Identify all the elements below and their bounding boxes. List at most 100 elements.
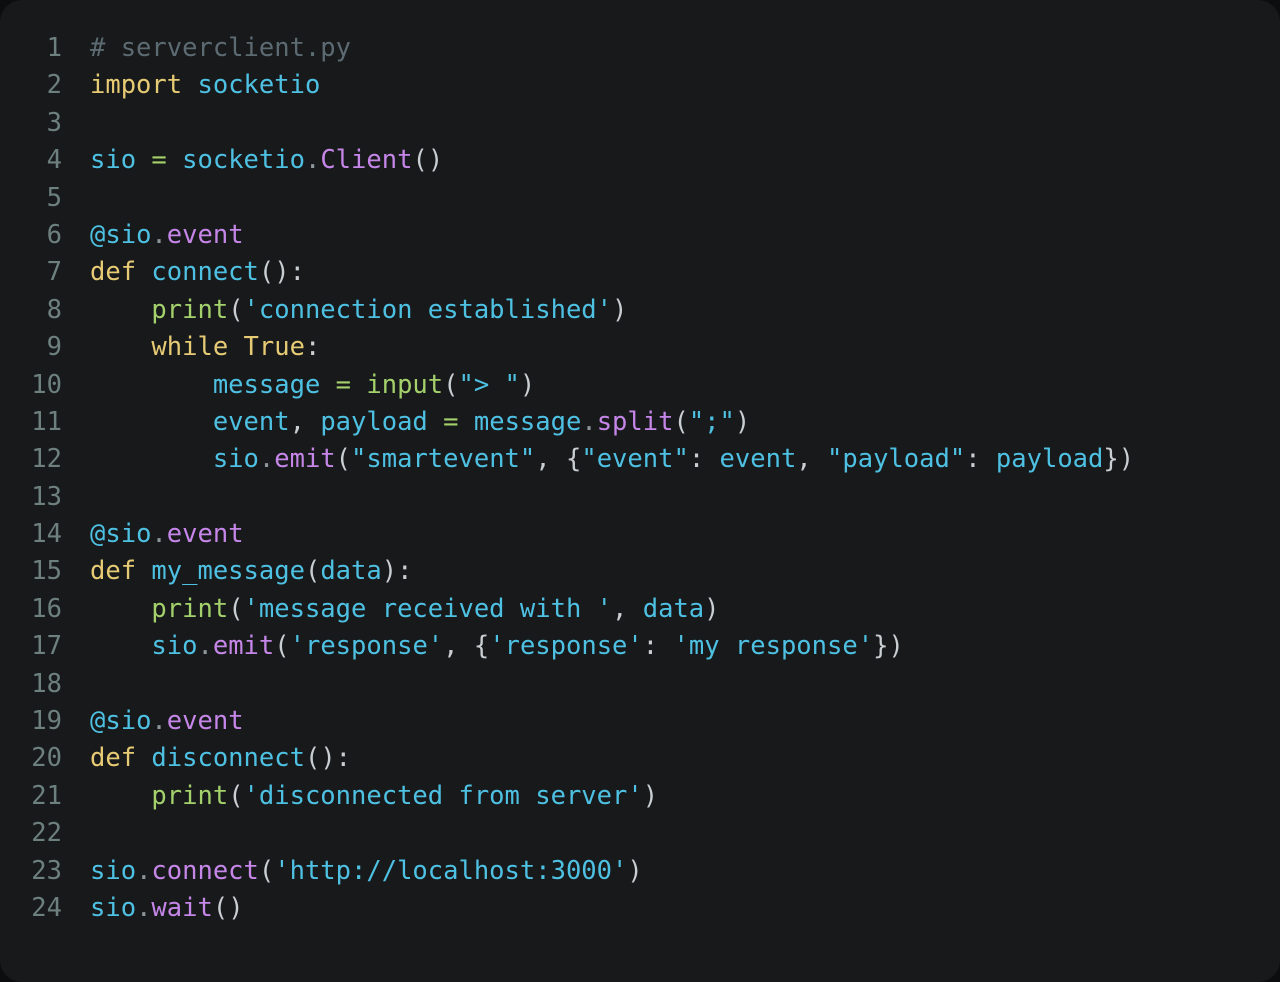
code-token-punctuation: ): [1118, 444, 1135, 475]
code-token-keyword: True: [243, 332, 305, 363]
code-line[interactable]: 1 # serverclient.py: [0, 30, 1280, 67]
code-token-punctuation: ,: [796, 444, 812, 475]
code-line[interactable]: 12 sio.emit("smartevent", {"event": even…: [0, 441, 1280, 478]
code-line[interactable]: 8 print('connection established'): [0, 292, 1280, 329]
line-number: 21: [31, 780, 62, 811]
code-line-text: sio.connect('http://localhost:3000'): [62, 853, 643, 890]
code-token-punctuation: ,: [443, 631, 459, 662]
code-token-punctuation: (: [412, 145, 428, 176]
code-token-string: 'http://localhost:3000': [274, 855, 628, 886]
code-token-punctuation: (: [228, 780, 244, 811]
code-token-punctuation: ): [734, 406, 751, 437]
code-token-punctuation: ,: [535, 444, 551, 475]
code-token-keyword: while: [151, 332, 229, 363]
code-token-decorator: @: [90, 519, 106, 550]
code-line[interactable]: 15 def my_message(data):: [0, 553, 1280, 590]
code-token-punctuation: ): [274, 257, 290, 288]
code-token-dot: .: [136, 892, 152, 923]
code-token-identifier: sio: [90, 145, 137, 176]
code-token-identifier: sio: [90, 855, 137, 886]
code-token-identifier: sio: [105, 519, 152, 550]
code-line[interactable]: 4 sio = socketio.Client(): [0, 142, 1280, 179]
code-token-identifier: message: [473, 406, 582, 437]
code-token-punctuation: {: [565, 444, 582, 475]
code-line[interactable]: 19 @sio.event: [0, 703, 1280, 740]
line-number: 3: [46, 107, 62, 138]
code-line[interactable]: 6 @sio.event: [0, 217, 1280, 254]
code-token-attribute: event: [166, 706, 244, 737]
code-token-identifier: disconnect: [151, 743, 305, 774]
code-token-dot: .: [304, 145, 321, 176]
code-line-text: sio = socketio.Client(): [62, 142, 443, 179]
code-line[interactable]: 10 message = input("> "): [0, 367, 1280, 404]
code-line[interactable]: 23 sio.connect('http://localhost:3000'): [0, 853, 1280, 890]
line-number: 23: [31, 855, 62, 886]
code-line[interactable]: 3: [0, 105, 1280, 142]
code-line[interactable]: 5: [0, 180, 1280, 217]
line-number: 2: [46, 70, 62, 101]
code-line[interactable]: 13: [0, 479, 1280, 516]
code-token-punctuation: (: [673, 406, 689, 437]
code-token-dot: .: [258, 444, 275, 475]
code-token-keyword: import: [90, 70, 183, 101]
code-token-keyword: def: [90, 743, 137, 774]
code-token-punctuation: }: [873, 631, 889, 662]
line-number: 11: [31, 406, 62, 437]
code-line-text: print('disconnected from server'): [62, 778, 658, 815]
line-number: 1: [46, 33, 62, 63]
code-line-text: @sio.event: [62, 516, 244, 553]
code-line[interactable]: 2 import socketio: [0, 67, 1280, 104]
code-token-punctuation: ): [642, 780, 659, 811]
code-token-identifier: sio: [90, 892, 137, 923]
code-line-text: print('message received with ', data): [62, 591, 719, 628]
code-line[interactable]: 20 def disconnect():: [0, 740, 1280, 777]
code-line[interactable]: 17 sio.emit('response', {'response': 'my…: [0, 628, 1280, 665]
code-line[interactable]: 24 sio.wait(): [0, 890, 1280, 927]
code-line[interactable]: 9 while True:: [0, 329, 1280, 366]
code-scroll-area[interactable]: 1 # serverclient.py 2 import socketio 3 4 sio …: [0, 0, 1280, 982]
code-token-punctuation: (: [443, 369, 459, 400]
code-token-identifier: data: [642, 593, 705, 624]
code-token-punctuation: ): [519, 369, 536, 400]
code-token-punctuation: :: [335, 743, 352, 774]
code-token-punctuation: ): [320, 743, 336, 774]
code-line[interactable]: 11 event, payload = message.split(";"): [0, 404, 1280, 441]
code-line[interactable]: 14 @sio.event: [0, 516, 1280, 553]
code-token-punctuation: :: [642, 631, 659, 662]
code-line[interactable]: 7 def connect():: [0, 254, 1280, 291]
code-line-text: sio.wait(): [62, 890, 244, 927]
code-token-string: 'response': [489, 631, 643, 662]
code-token-decorator: @: [90, 706, 106, 737]
line-number: 7: [46, 257, 62, 288]
code-line-text: while True:: [62, 329, 320, 366]
code-line[interactable]: 22: [0, 815, 1280, 852]
code-line[interactable]: 21 print('disconnected from server'): [0, 778, 1280, 815]
code-token-identifier: socketio: [197, 70, 321, 101]
code-line-text: sio.emit('response', {'response': 'my re…: [62, 628, 903, 665]
code-token-attribute: emit: [212, 631, 275, 662]
line-number: 13: [31, 481, 62, 512]
code-token-identifier: event: [212, 406, 290, 437]
code-token-function: print: [151, 780, 229, 811]
code-token-string: 'my response': [673, 631, 874, 662]
code-token-keyword: def: [90, 556, 137, 587]
code-line-text: # serverclient.py: [62, 30, 351, 67]
line-number: 12: [31, 444, 62, 475]
code-token-keyword: def: [90, 257, 137, 288]
line-number: 16: [31, 593, 62, 624]
code-lines: 1 # serverclient.py 2 import socketio 3 4 sio …: [0, 30, 1280, 927]
code-token-punctuation: :: [965, 444, 981, 475]
code-line[interactable]: 18: [0, 666, 1280, 703]
code-token-dot: .: [151, 219, 167, 250]
code-token-punctuation: :: [688, 444, 705, 475]
line-number: 9: [46, 332, 62, 363]
code-line-text: sio.emit("smartevent", {"event": event, …: [62, 441, 1134, 478]
code-token-identifier: payload: [320, 406, 428, 437]
code-line-text: message = input("> "): [62, 367, 535, 404]
code-token-string: 'message received with ': [243, 593, 613, 624]
code-token-attribute: emit: [274, 444, 336, 475]
code-token-punctuation: :: [304, 332, 321, 363]
code-token-dot: .: [151, 706, 167, 737]
code-token-function: print: [151, 294, 229, 325]
code-line[interactable]: 16 print('message received with ', data): [0, 591, 1280, 628]
